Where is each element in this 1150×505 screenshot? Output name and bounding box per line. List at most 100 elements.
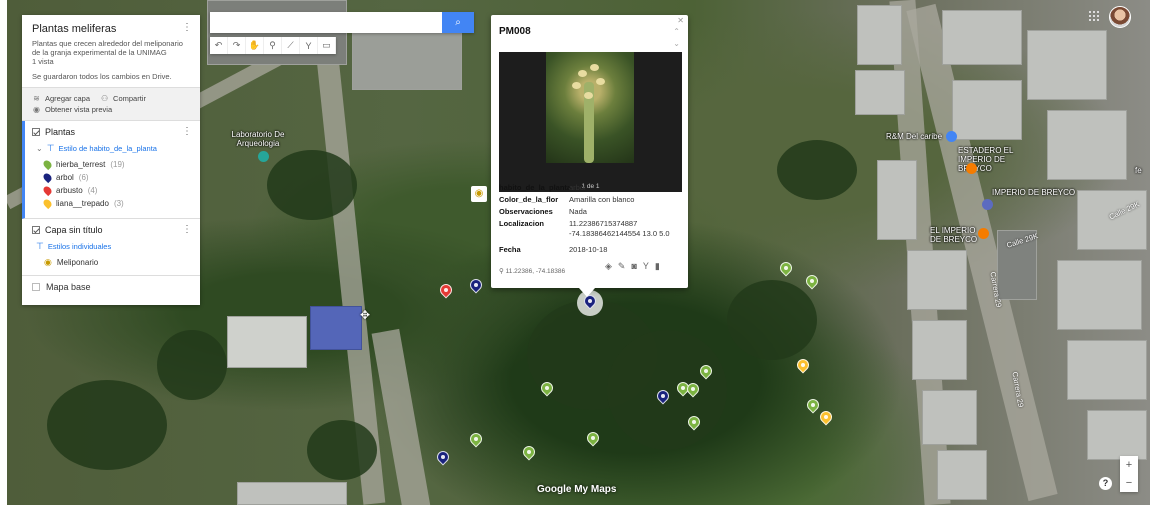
zoom-out-button[interactable]: − xyxy=(1120,474,1138,492)
map-marker[interactable] xyxy=(654,387,672,406)
map-marker[interactable] xyxy=(777,259,795,278)
map-marker[interactable] xyxy=(817,408,835,427)
popup-fields: habito_de_la_planta arbol Color_de_la_fl… xyxy=(499,183,684,257)
draw-line-icon[interactable]: ⟋ xyxy=(282,37,300,54)
marker-dot xyxy=(527,450,531,454)
map-marker[interactable] xyxy=(467,430,485,449)
base-map-row[interactable]: Mapa base xyxy=(22,276,200,298)
map-marker[interactable] xyxy=(434,448,452,467)
avatar[interactable] xyxy=(1109,6,1131,28)
yellow-pin-icon xyxy=(41,197,54,210)
layer-sin-titulo[interactable]: Capa sin título ⋮ ⊤ Estilos individuales… xyxy=(22,219,200,276)
map-description[interactable]: Plantas que crecen alrededor del melipon… xyxy=(32,39,190,57)
camera-icon[interactable]: ◙ xyxy=(631,261,636,272)
search-button[interactable]: ⌕ xyxy=(442,12,474,33)
share-icon: ⚇ xyxy=(100,94,109,103)
search-box: ⌕ xyxy=(210,12,474,33)
layer-options-icon[interactable]: ⋮ xyxy=(182,127,192,137)
map-marker[interactable] xyxy=(520,443,538,462)
help-button[interactable]: ? xyxy=(1099,477,1112,490)
directions-icon[interactable]: Y xyxy=(643,261,649,272)
map-marker[interactable] xyxy=(697,362,715,381)
map-marker[interactable] xyxy=(803,272,821,291)
map-header: Plantas meliferas Plantas que crecen alr… xyxy=(22,15,200,87)
marker-dot xyxy=(811,403,815,407)
map-building xyxy=(922,390,977,445)
add-layer-button[interactable]: Agregar capa xyxy=(45,94,90,103)
map-tree xyxy=(157,330,227,400)
legend-item[interactable]: hierba_terrest (19) xyxy=(41,158,190,171)
map-title[interactable]: Plantas meliferas xyxy=(32,23,190,35)
search-icon: ⌕ xyxy=(455,17,461,28)
chevron-down-icon[interactable]: ⌄ xyxy=(36,144,43,153)
zoom-in-button[interactable]: + xyxy=(1120,456,1138,474)
map-marker[interactable] xyxy=(685,413,703,432)
poi-label-imperio[interactable]: IMPERIO DE BREYCO xyxy=(992,188,1075,197)
add-marker-icon[interactable]: ⚲ xyxy=(264,37,282,54)
poi-label-el-imperio[interactable]: EL IMPERIO DE BREYCO xyxy=(930,226,982,244)
layer-options-icon[interactable]: ⋮ xyxy=(182,225,192,235)
legend-item[interactable]: arbol (6) xyxy=(41,171,190,184)
layer-style-link[interactable]: Estilos individuales xyxy=(48,242,111,251)
close-icon[interactable]: ✕ xyxy=(677,16,684,25)
map-marker[interactable] xyxy=(684,380,702,399)
restaurant-icon[interactable] xyxy=(966,163,977,174)
map-building xyxy=(857,5,902,65)
map-building xyxy=(855,70,905,115)
map-marker[interactable] xyxy=(584,429,602,448)
chevron-down-icon[interactable]: ⌄ xyxy=(673,39,680,48)
legend-item[interactable]: liana__trepado (3) xyxy=(41,197,190,210)
search-input[interactable] xyxy=(210,12,442,33)
restaurant-icon[interactable] xyxy=(978,228,989,239)
legend-item[interactable]: arbusto (4) xyxy=(41,184,190,197)
layer-checkbox[interactable] xyxy=(32,128,40,136)
marker-dot xyxy=(704,369,708,373)
field-row: habito_de_la_planta arbol xyxy=(499,183,684,195)
poi-label-fe[interactable]: fe xyxy=(1135,166,1142,175)
map-marker[interactable] xyxy=(467,276,485,295)
poi-label-rm[interactable]: R&M Del caribe xyxy=(886,132,942,141)
apps-grid-icon[interactable] xyxy=(1088,10,1100,22)
hand-icon[interactable]: ✋ xyxy=(246,37,264,54)
share-button[interactable]: Compartir xyxy=(113,94,146,103)
layer-style-link[interactable]: Estilo de habito_de_la_planta xyxy=(59,144,157,153)
map-marker[interactable] xyxy=(804,396,822,415)
map-marker[interactable] xyxy=(538,379,556,398)
place-icon[interactable] xyxy=(982,199,993,210)
edit-icon[interactable]: ✎ xyxy=(618,261,626,272)
popup-title: PM008 xyxy=(499,26,531,37)
map-building xyxy=(1027,30,1107,100)
ruler-icon[interactable]: ▭ xyxy=(318,37,336,54)
apps-grid-dot xyxy=(1089,15,1091,17)
base-map-label[interactable]: Mapa base xyxy=(46,282,91,292)
bee-icon[interactable]: ◉ xyxy=(471,186,487,202)
layer-name[interactable]: Plantas xyxy=(45,127,75,137)
style-icon[interactable]: ◈ xyxy=(605,261,612,272)
museum-icon[interactable] xyxy=(258,151,269,162)
directions-icon[interactable]: Y xyxy=(300,37,318,54)
delete-icon[interactable]: ▮ xyxy=(655,261,660,272)
popup-coordinates[interactable]: ⚲ 11.22386, -74.18386 xyxy=(499,267,565,275)
preview-button[interactable]: Obtener vista previa xyxy=(45,105,112,114)
photo-bud xyxy=(590,64,599,71)
flower-photo[interactable] xyxy=(546,52,634,163)
marker-dot xyxy=(661,394,665,398)
layer-checkbox[interactable] xyxy=(32,226,40,234)
selected-marker[interactable] xyxy=(581,292,599,311)
photo-viewer[interactable]: 1 de 1 xyxy=(499,52,682,192)
coordinates-text[interactable]: 11.22386, -74.18386 xyxy=(506,268,566,275)
layer-plantas[interactable]: Plantas ⋮ ⌄ ⊤ Estilo de habito_de_la_pla… xyxy=(22,121,200,219)
redo-icon[interactable]: ↷ xyxy=(228,37,246,54)
zoom-control: + − xyxy=(1120,456,1138,492)
undo-icon[interactable]: ↶ xyxy=(210,37,228,54)
layer-name[interactable]: Capa sin título xyxy=(45,225,103,235)
map-marker[interactable] xyxy=(437,281,455,300)
poi-label-laboratorio[interactable]: Laboratorio De Arqueologia xyxy=(218,130,298,148)
paint-bucket-icon: ⊤ xyxy=(36,241,44,251)
chevron-up-icon[interactable]: ⌃ xyxy=(673,27,680,36)
map-options-icon[interactable]: ⋮ xyxy=(182,23,192,33)
shop-icon[interactable] xyxy=(946,131,957,142)
map-marker[interactable] xyxy=(794,356,812,375)
popup-actions: ◈ ✎ ◙ Y ▮ xyxy=(605,261,660,272)
legend-item[interactable]: ◉ Meliponario xyxy=(44,257,190,267)
